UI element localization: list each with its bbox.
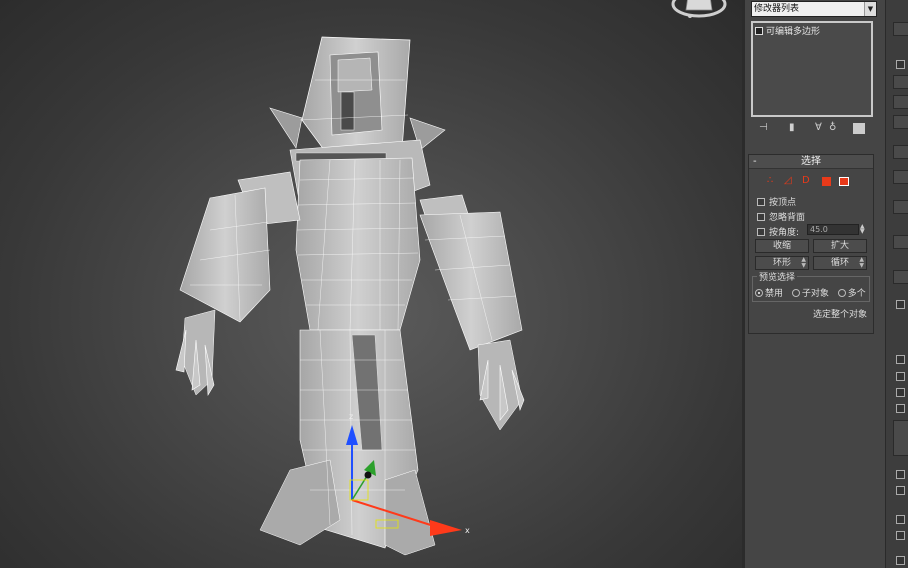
radio-dot[interactable] [755, 289, 763, 297]
by-vertex-checkbox[interactable]: 按顶点 [757, 195, 796, 208]
spinner-arrows-icon[interactable]: ▲ ▼ [859, 257, 864, 269]
strip-checkbox[interactable] [896, 372, 905, 381]
strip-button[interactable] [893, 420, 908, 456]
ignore-backfacing-label: 忽略背面 [769, 213, 806, 223]
gizmo-x-label: x [465, 526, 470, 535]
show-end-result-icon[interactable]: ▮ [789, 122, 795, 133]
perspective-viewport[interactable]: z x [0, 0, 742, 568]
select-whole-object-label: 选定整个对象 [813, 310, 868, 320]
stack-toolbar: ⊣ ▮ ∀ ♁ [755, 122, 871, 136]
selection-rollout: - 选择 ∴ ◿ D 按顶点 忽略背面 按角度: 45.0 ▲ ▼ 收缩 扩大 环… [748, 154, 874, 334]
expand-icon[interactable] [755, 27, 763, 35]
configure-modifier-sets-icon[interactable] [853, 123, 865, 134]
subobject-toolbar: ∴ ◿ D [767, 175, 859, 189]
make-unique-icon[interactable]: ∀ [815, 122, 822, 133]
ring-button[interactable]: 环形 ▲ ▼ [755, 256, 809, 270]
strip-checkbox[interactable] [896, 531, 905, 540]
character-model-wireframe: z x [175, 36, 525, 556]
remove-modifier-icon[interactable]: ♁ [829, 122, 836, 133]
stack-item-editable-poly[interactable]: 可编辑多边形 [755, 24, 820, 37]
strip-button[interactable] [893, 75, 908, 89]
vertex-icon[interactable]: ∴ [767, 175, 773, 186]
strip-button[interactable] [893, 170, 908, 184]
strip-button[interactable] [893, 145, 908, 159]
strip-button[interactable] [893, 235, 908, 249]
strip-checkbox[interactable] [896, 556, 905, 565]
angle-spinner[interactable]: ▲ ▼ [860, 224, 868, 235]
radio-multi-label: 多个 [847, 289, 866, 299]
strip-button[interactable] [893, 115, 908, 129]
strip-button[interactable] [893, 95, 908, 109]
checkbox-box[interactable] [757, 228, 765, 236]
strip-checkbox[interactable] [896, 515, 905, 524]
ring-label: 环形 [772, 258, 791, 268]
radio-subobject-label: 子对象 [801, 289, 829, 299]
grow-button[interactable]: 扩大 [813, 239, 867, 253]
radio-dot[interactable] [837, 289, 846, 297]
radio-subobject[interactable]: 子对象 [791, 289, 829, 299]
radio-disabled-label: 禁用 [765, 289, 784, 299]
secondary-panel-strip [885, 0, 908, 568]
checkbox-box[interactable] [757, 213, 765, 221]
loop-button[interactable]: 循环 ▲ ▼ [813, 256, 867, 270]
strip-checkbox[interactable] [896, 388, 905, 397]
modifier-stack[interactable]: 可编辑多边形 [751, 21, 873, 117]
radio-dot[interactable] [791, 289, 800, 297]
strip-button[interactable] [893, 22, 908, 36]
collapse-icon[interactable]: - [753, 155, 757, 169]
strip-checkbox[interactable] [896, 60, 905, 69]
modifier-list-dropdown[interactable]: 修改器列表 ▼ [751, 1, 877, 17]
chevron-down-icon[interactable]: ▼ [864, 2, 876, 16]
rollout-title: 选择 [801, 156, 821, 167]
by-angle-checkbox[interactable]: 按角度: [757, 225, 799, 238]
preview-selection-group: 预览选择 禁用 子对象 多个 [752, 270, 870, 302]
strip-checkbox[interactable] [896, 470, 905, 479]
angle-input[interactable]: 45.0 [807, 224, 859, 235]
pin-stack-icon[interactable]: ⊣ [759, 122, 768, 133]
radio-multi[interactable]: 多个 [837, 289, 866, 299]
by-vertex-label: 按顶点 [769, 198, 797, 208]
strip-checkbox[interactable] [896, 300, 905, 309]
checkbox-box[interactable] [757, 198, 765, 206]
edge-icon[interactable]: ◿ [784, 175, 792, 186]
by-angle-label: 按角度: [769, 228, 800, 238]
radio-disabled[interactable]: 禁用 [755, 289, 783, 299]
shrink-button[interactable]: 收缩 [755, 239, 809, 253]
strip-checkbox[interactable] [896, 486, 905, 495]
gizmo-z-label: z [349, 412, 353, 421]
command-panel-modify: 修改器列表 ▼ 可编辑多边形 ⊣ ▮ ∀ ♁ - 选择 ∴ ◿ D 按顶点 忽略… [745, 0, 885, 568]
loop-label: 循环 [830, 258, 849, 268]
ignore-backfacing-checkbox[interactable]: 忽略背面 [757, 210, 805, 223]
element-icon[interactable] [839, 177, 849, 186]
modifier-list-label: 修改器列表 [754, 4, 800, 14]
viewcube-icon[interactable] [670, 0, 728, 26]
preview-radio-row: 禁用 子对象 多个 [755, 286, 866, 299]
strip-button[interactable] [893, 270, 908, 284]
polygon-icon[interactable] [822, 177, 831, 186]
strip-checkbox[interactable] [896, 404, 905, 413]
preview-selection-title: 预览选择 [757, 270, 798, 283]
rollout-header[interactable]: - 选择 [749, 155, 873, 169]
border-icon[interactable]: D [802, 175, 810, 186]
strip-button[interactable] [893, 200, 908, 214]
stack-item-label: 可编辑多边形 [766, 27, 821, 37]
spinner-arrows-icon[interactable]: ▲ ▼ [801, 257, 806, 269]
strip-checkbox[interactable] [896, 355, 905, 364]
